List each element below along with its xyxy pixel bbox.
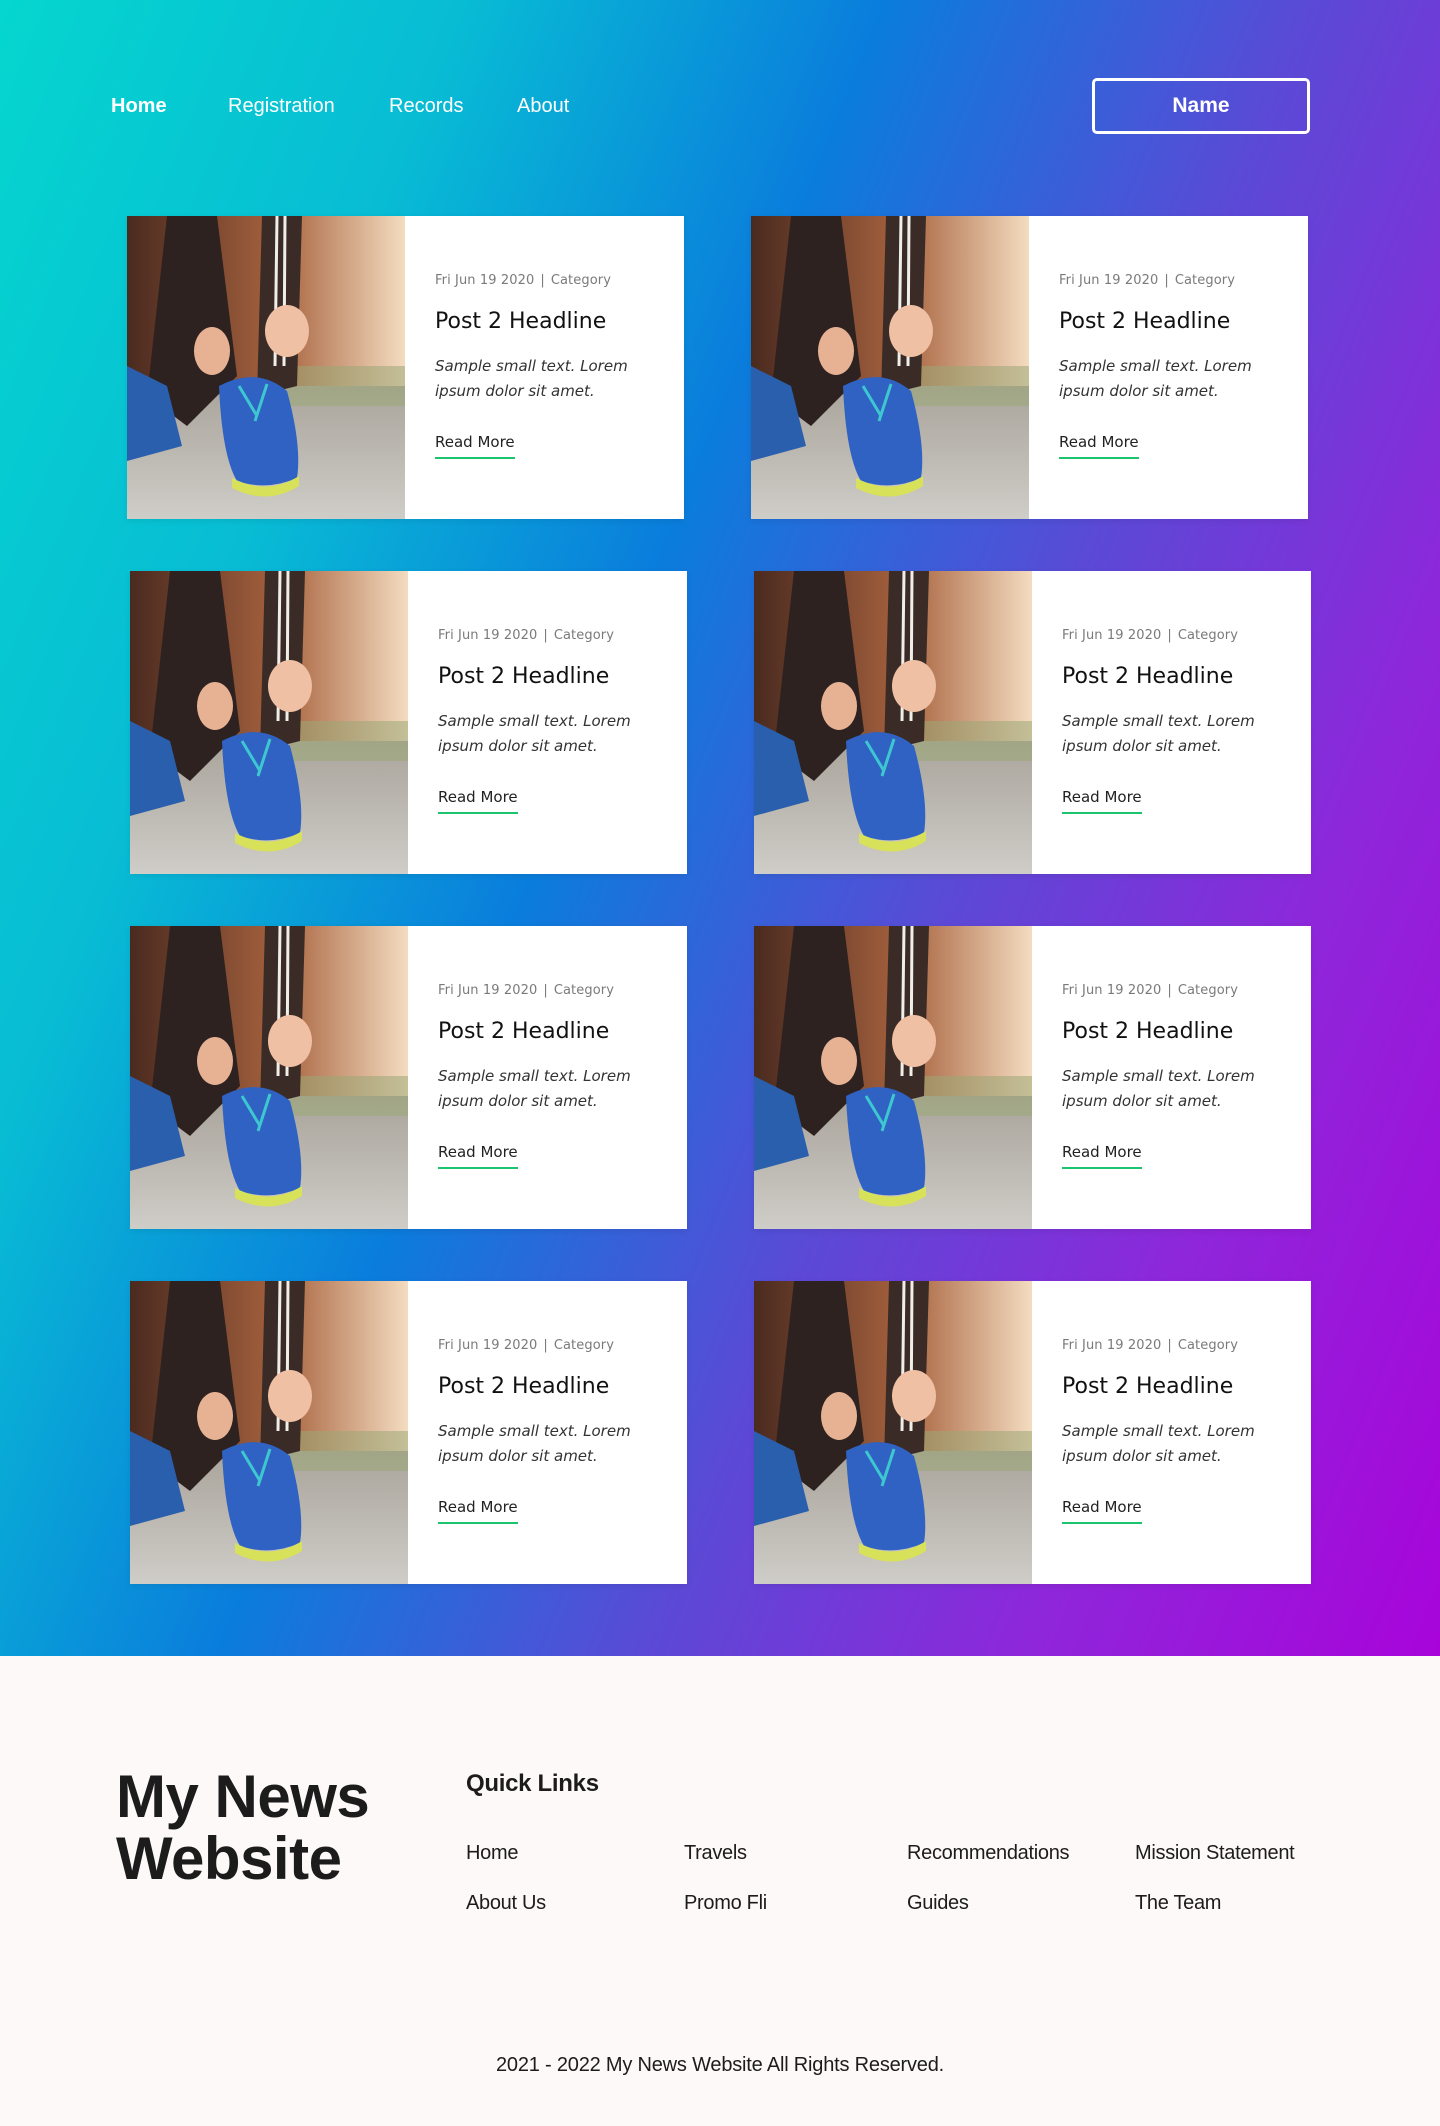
footer-brand: My News Website [116,1763,370,1892]
footer-link-travels[interactable]: Travels [684,1842,747,1865]
nav-records[interactable]: Records [389,94,463,118]
footer-link-home[interactable]: Home [466,1842,518,1865]
post-date: Fri Jun 19 2020 [1062,983,1162,998]
post-card[interactable]: Fri Jun 19 2020 | Category Post 2 Headline… [754,926,1311,1229]
post-headline[interactable]: Post 2 Headline [438,1374,667,1399]
post-headline[interactable]: Post 2 Headline [1062,664,1291,689]
post-meta: Fri Jun 19 2020 | Category [438,983,667,998]
footer-link-promo-fli[interactable]: Promo Fli [684,1892,767,1915]
post-meta: Fri Jun 19 2020 | Category [438,628,667,643]
post-excerpt: Sample small text. Lorem ipsum dolor sit… [1062,1067,1255,1110]
post-excerpt: Sample small text. Lorem ipsum dolor sit… [1062,1422,1255,1465]
post-card[interactable]: Fri Jun 19 2020 | Category Post 2 Headline… [130,571,687,874]
post-body: Fri Jun 19 2020 | Category Post 2 Headline… [408,571,687,874]
read-more-link[interactable]: Read More [438,788,518,814]
hero-section: Home Registration Records About Name Fri… [0,0,1440,1656]
post-date: Fri Jun 19 2020 [438,983,538,998]
read-more-link[interactable]: Read More [435,433,515,459]
post-category[interactable]: Category [1175,273,1235,288]
post-card[interactable]: Fri Jun 19 2020 | Category Post 2 Headline… [127,216,684,519]
footer-link-mission-statement[interactable]: Mission Statement [1135,1842,1295,1865]
post-date: Fri Jun 19 2020 [1062,1338,1162,1353]
post-category[interactable]: Category [1178,983,1238,998]
meta-separator: | [1167,628,1172,643]
post-card[interactable]: Fri Jun 19 2020 | Category Post 2 Headline… [754,1281,1311,1584]
meta-separator: | [543,983,548,998]
read-more-link[interactable]: Read More [1062,1498,1142,1524]
post-category[interactable]: Category [1178,1338,1238,1353]
post-body: Fri Jun 19 2020 | Category Post 2 Headline… [1032,571,1311,874]
meta-separator: | [540,273,545,288]
footer-link-recommendations[interactable]: Recommendations [907,1842,1070,1865]
post-date: Fri Jun 19 2020 [438,628,538,643]
post-body: Fri Jun 19 2020 | Category Post 2 Headline… [408,1281,687,1584]
nav-registration[interactable]: Registration [228,94,335,118]
name-button[interactable]: Name [1092,78,1310,134]
post-headline[interactable]: Post 2 Headline [438,664,667,689]
post-image [754,1281,1032,1584]
nav-home[interactable]: Home [111,94,167,118]
post-card[interactable]: Fri Jun 19 2020 | Category Post 2 Headline… [130,1281,687,1584]
post-image [754,926,1032,1229]
post-category[interactable]: Category [551,273,611,288]
post-category[interactable]: Category [554,1338,614,1353]
post-image [130,1281,408,1584]
post-meta: Fri Jun 19 2020 | Category [1059,273,1288,288]
meta-separator: | [1167,1338,1172,1353]
post-meta: Fri Jun 19 2020 | Category [438,1338,667,1353]
post-card[interactable]: Fri Jun 19 2020 | Category Post 2 Headline… [754,571,1311,874]
nav-about[interactable]: About [517,94,569,118]
post-body: Fri Jun 19 2020 | Category Post 2 Headline… [408,926,687,1229]
quick-links-title: Quick Links [466,1770,599,1797]
post-headline[interactable]: Post 2 Headline [1059,309,1288,334]
post-category[interactable]: Category [554,628,614,643]
read-more-link[interactable]: Read More [1062,1143,1142,1169]
post-date: Fri Jun 19 2020 [438,1338,538,1353]
post-date: Fri Jun 19 2020 [1062,628,1162,643]
post-image [754,571,1032,874]
post-excerpt: Sample small text. Lorem ipsum dolor sit… [438,1067,631,1110]
post-date: Fri Jun 19 2020 [1059,273,1159,288]
post-card[interactable]: Fri Jun 19 2020 | Category Post 2 Headline… [130,926,687,1229]
post-excerpt: Sample small text. Lorem ipsum dolor sit… [438,712,631,755]
post-body: Fri Jun 19 2020 | Category Post 2 Headline… [1032,926,1311,1229]
post-image [127,216,405,519]
footer-link-about-us[interactable]: About Us [466,1892,546,1915]
post-excerpt: Sample small text. Lorem ipsum dolor sit… [1062,712,1255,755]
read-more-link[interactable]: Read More [438,1498,518,1524]
post-meta: Fri Jun 19 2020 | Category [1062,983,1291,998]
post-category[interactable]: Category [554,983,614,998]
post-card[interactable]: Fri Jun 19 2020 | Category Post 2 Headline… [751,216,1308,519]
read-more-link[interactable]: Read More [1062,788,1142,814]
post-body: Fri Jun 19 2020 | Category Post 2 Headline… [405,216,684,519]
post-meta: Fri Jun 19 2020 | Category [1062,1338,1291,1353]
post-excerpt: Sample small text. Lorem ipsum dolor sit… [438,1422,631,1465]
read-more-link[interactable]: Read More [438,1143,518,1169]
meta-separator: | [543,628,548,643]
post-headline[interactable]: Post 2 Headline [1062,1019,1291,1044]
post-excerpt: Sample small text. Lorem ipsum dolor sit… [1059,357,1252,400]
post-meta: Fri Jun 19 2020 | Category [1062,628,1291,643]
post-body: Fri Jun 19 2020 | Category Post 2 Headline… [1029,216,1308,519]
footer-link-the-team[interactable]: The Team [1135,1892,1221,1915]
post-headline[interactable]: Post 2 Headline [1062,1374,1291,1399]
post-date: Fri Jun 19 2020 [435,273,535,288]
read-more-link[interactable]: Read More [1059,433,1139,459]
meta-separator: | [1164,273,1169,288]
copyright: 2021 - 2022 My News Website All Rights R… [495,2054,945,2076]
footer: My News Website Quick Links Home Travels… [0,1656,1440,2126]
meta-separator: | [543,1338,548,1353]
post-excerpt: Sample small text. Lorem ipsum dolor sit… [435,357,628,400]
post-meta: Fri Jun 19 2020 | Category [435,273,664,288]
meta-separator: | [1167,983,1172,998]
post-body: Fri Jun 19 2020 | Category Post 2 Headline… [1032,1281,1311,1584]
post-image [130,926,408,1229]
footer-link-guides[interactable]: Guides [907,1892,969,1915]
post-headline[interactable]: Post 2 Headline [435,309,664,334]
post-category[interactable]: Category [1178,628,1238,643]
post-headline[interactable]: Post 2 Headline [438,1019,667,1044]
post-image [130,571,408,874]
post-image [751,216,1029,519]
